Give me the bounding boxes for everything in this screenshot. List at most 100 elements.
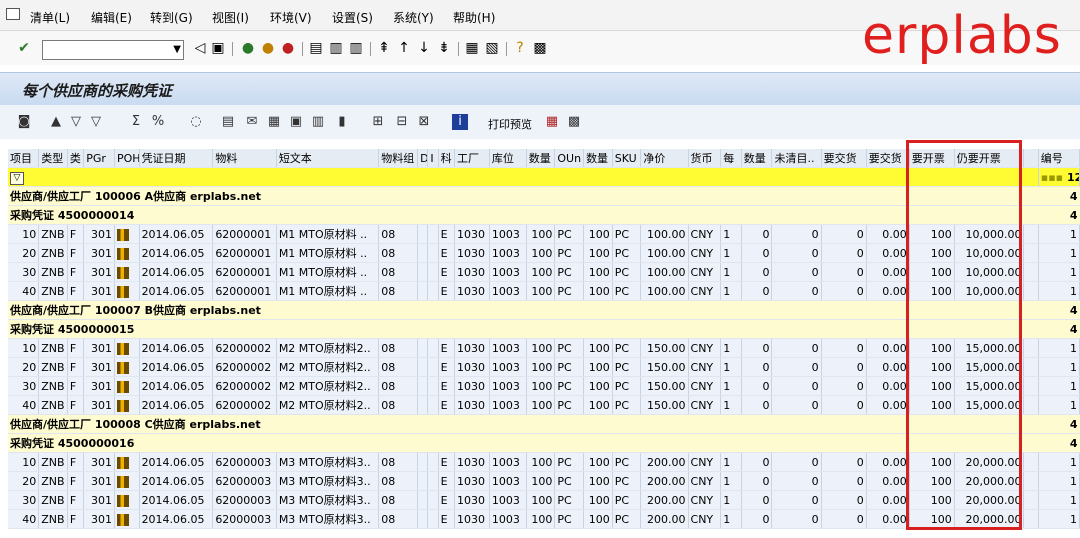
column-header[interactable]: 库位 [489, 149, 527, 168]
po-history-icon[interactable] [116, 456, 129, 469]
table-row[interactable]: 40 ZNB F 301 2014.06.05 62000002 M2 MTO原材料2.. 0… [8, 395, 1080, 415]
table-row[interactable]: 30 ZNB F 301 2014.06.05 62000003 M3 MTO原材料3.. 0… [8, 490, 1080, 510]
column-header[interactable]: SKU [612, 149, 642, 168]
back-nav-icon[interactable]: ◁ [192, 40, 208, 56]
column-header[interactable]: 数量 [583, 149, 613, 168]
find-next-icon[interactable]: ▥ [348, 40, 364, 56]
sum-icon[interactable]: Σ [128, 114, 144, 130]
table-row[interactable]: 20 ZNB F 301 2014.06.05 62000002 M2 MTO原材料2.. 0… [8, 357, 1080, 377]
table-row[interactable]: 10 ZNB F 301 2014.06.05 62000002 M2 MTO原材料2.. 0… [8, 338, 1080, 358]
table-row[interactable]: 20 ZNB F 301 2014.06.05 62000001 M1 MTO原材料 .. 0… [8, 243, 1080, 263]
column-header[interactable] [1023, 149, 1039, 168]
document-group-row[interactable]: 采购凭证 4500000014 4 [8, 205, 1080, 225]
column-header[interactable]: OUn [554, 149, 585, 168]
save-icon[interactable]: ▣ [210, 40, 226, 56]
vendor-group-row[interactable]: 供应商/供应工厂 100007 B供应商 erplabs.net 4 [8, 300, 1080, 320]
layout-select-icon[interactable]: ⊟ [394, 114, 410, 130]
new-session-icon[interactable]: ▦ [464, 40, 480, 56]
spreadsheet-icon[interactable]: ▦ [266, 114, 282, 130]
layout-save-icon[interactable]: ⊠ [416, 114, 432, 130]
column-header[interactable]: 工厂 [454, 149, 490, 168]
menu-help[interactable]: 帮助(H) [453, 9, 495, 26]
help-icon[interactable]: ? [512, 40, 528, 56]
column-header[interactable]: 科 [438, 149, 456, 168]
column-header[interactable]: 数量 [526, 149, 556, 168]
column-header[interactable]: 编号 [1038, 149, 1080, 168]
column-header[interactable]: 项目 [8, 149, 40, 168]
vendor-group-row[interactable]: 供应商/供应工厂 100006 A供应商 erplabs.net 4 [8, 186, 1080, 206]
table-row[interactable]: 40 ZNB F 301 2014.06.05 62000003 M3 MTO原材料3.. 0… [8, 509, 1080, 529]
po-history-icon[interactable] [116, 399, 129, 412]
table-row[interactable]: 30 ZNB F 301 2014.06.05 62000002 M2 MTO原材料2.. 0… [8, 376, 1080, 396]
vendor-group-row[interactable]: 供应商/供应工厂 100008 C供应商 erplabs.net 4 [8, 414, 1080, 434]
column-header[interactable]: 货币 [688, 149, 722, 168]
info-icon[interactable]: i [452, 114, 468, 130]
calendar-icon[interactable]: ▦ [544, 114, 560, 130]
menu-view[interactable]: 视图(I) [212, 9, 249, 26]
column-header[interactable]: 要交货 [821, 149, 867, 168]
table-row[interactable]: 20 ZNB F 301 2014.06.05 62000003 M3 MTO原材料3.. 0… [8, 471, 1080, 491]
word-icon[interactable]: ▣ [288, 114, 304, 130]
first-page-icon[interactable]: ⇞ [376, 40, 392, 56]
column-header[interactable]: 物料组 [378, 149, 419, 168]
sort-ascending-icon[interactable]: ▲ [48, 114, 64, 130]
column-header[interactable]: 未清目.. [771, 149, 822, 168]
po-history-icon[interactable] [116, 285, 129, 298]
last-page-icon[interactable]: ⇟ [436, 40, 452, 56]
column-header[interactable]: 物料 [212, 149, 277, 168]
column-header[interactable]: 净价 [640, 149, 689, 168]
document-group-row[interactable]: 采购凭证 4500000015 4 [8, 319, 1080, 339]
confirm-icon[interactable]: ✔ [16, 40, 32, 56]
column-header[interactable]: D [417, 149, 429, 168]
po-history-icon[interactable] [116, 228, 129, 241]
table-row[interactable]: 10 ZNB F 301 2014.06.05 62000003 M3 MTO原材料3.. 0… [8, 452, 1080, 472]
print-icon[interactable]: ▤ [308, 40, 324, 56]
menu-system[interactable]: 系统(Y) [393, 9, 434, 26]
po-history-icon[interactable] [116, 247, 129, 260]
command-field[interactable]: ▼ [42, 40, 184, 60]
set-filter-icon[interactable]: ▽ [88, 114, 104, 130]
column-header[interactable]: I [427, 149, 439, 168]
export-icon[interactable]: ▤ [220, 114, 236, 130]
layout-change-icon[interactable]: ⊞ [370, 114, 386, 130]
refresh-icon[interactable]: ◌ [188, 114, 204, 130]
column-header[interactable]: 要开票 [909, 149, 955, 168]
column-header[interactable]: 每 [720, 149, 742, 168]
prev-page-icon[interactable]: ↑ [396, 40, 412, 56]
window-menu-icon[interactable] [6, 8, 20, 20]
column-header[interactable]: PGr [83, 149, 115, 168]
layout-icon[interactable]: ▩ [532, 40, 548, 56]
menu-list[interactable]: 清单(L) [30, 9, 70, 26]
subtotal-icon[interactable]: % [150, 114, 166, 130]
column-header[interactable]: POH [114, 149, 140, 168]
menu-edit[interactable]: 编辑(E) [91, 9, 132, 26]
column-header[interactable]: 类 [67, 149, 85, 168]
exit-icon[interactable]: ● [260, 40, 276, 56]
table-row[interactable]: 10 ZNB F 301 2014.06.05 62000001 M1 MTO原材料 .. 0… [8, 224, 1080, 244]
table-row[interactable]: 40 ZNB F 301 2014.06.05 62000001 M1 MTO原材料 .. 0… [8, 281, 1080, 301]
column-header[interactable]: 短文本 [276, 149, 380, 168]
next-page-icon[interactable]: ↓ [416, 40, 432, 56]
po-history-icon[interactable] [116, 513, 129, 526]
po-history-icon[interactable] [116, 361, 129, 374]
column-header[interactable]: 类型 [38, 149, 68, 168]
document-group-row[interactable]: 采购凭证 4500000016 4 [8, 433, 1080, 453]
chart-icon[interactable]: ▮ [334, 114, 350, 130]
filter-icon[interactable]: ▽ [68, 114, 84, 130]
column-header[interactable]: 仍要开票 [954, 149, 1025, 168]
filter-icon[interactable]: ▽ [10, 171, 24, 185]
column-header[interactable]: 要交货 [866, 149, 910, 168]
po-history-icon[interactable] [116, 475, 129, 488]
shortcut-icon[interactable]: ▧ [484, 40, 500, 56]
display-icon[interactable]: ▩ [566, 114, 582, 130]
back-icon[interactable]: ● [240, 40, 256, 56]
table-row[interactable]: 30 ZNB F 301 2014.06.05 62000001 M1 MTO原材料 .. 0… [8, 262, 1080, 282]
po-history-icon[interactable] [116, 380, 129, 393]
po-history-icon[interactable] [116, 494, 129, 507]
column-header[interactable]: 凭证日期 [139, 149, 214, 168]
print-preview-button[interactable]: 打印预览 [488, 116, 532, 132]
cancel-icon[interactable]: ● [280, 40, 296, 56]
abc-icon[interactable]: ▥ [310, 114, 326, 130]
po-history-icon[interactable] [116, 342, 129, 355]
column-header[interactable]: 数量 [741, 149, 773, 168]
